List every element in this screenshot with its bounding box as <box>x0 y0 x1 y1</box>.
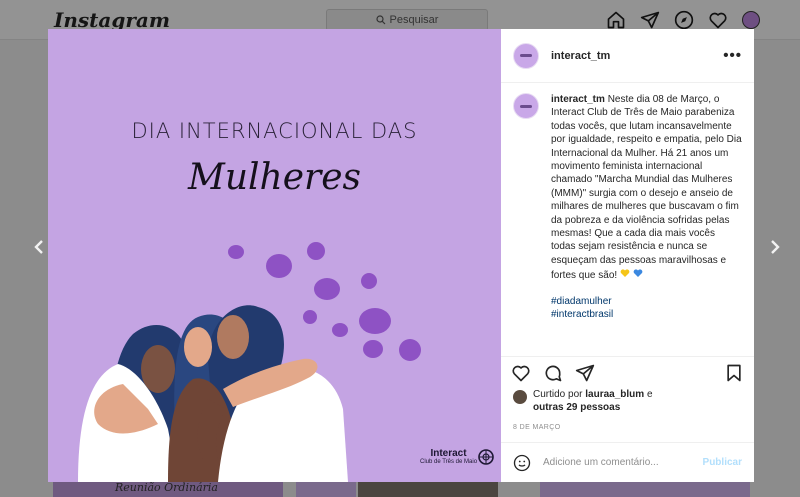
author-avatar[interactable] <box>513 42 539 69</box>
women-illustration <box>78 242 421 482</box>
home-icon[interactable] <box>606 10 626 30</box>
rotary-wheel-icon <box>478 449 494 465</box>
add-comment-bar: Adicione um comentário... Publicar <box>501 442 754 482</box>
background-post-thumbnail[interactable] <box>296 482 356 497</box>
explore-icon[interactable] <box>674 10 694 30</box>
bookmark-icon[interactable] <box>724 363 744 383</box>
blue-heart-icon <box>633 269 643 278</box>
next-post-button[interactable] <box>762 234 788 260</box>
post-header: interact_tm ••• <box>501 29 754 83</box>
post-actions <box>501 356 754 388</box>
background-post-thumbnail[interactable] <box>358 482 498 497</box>
like-heart-icon[interactable] <box>511 363 531 383</box>
post-caption: interact_tm Neste dia 08 de Março, o Int… <box>551 93 742 356</box>
publish-comment-button[interactable]: Publicar <box>703 457 742 468</box>
caption-area: interact_tm Neste dia 08 de Março, o Int… <box>501 83 754 356</box>
post-sidebar: interact_tm ••• interact_tm Neste dia 08… <box>501 29 754 482</box>
hashtag-link[interactable]: #diadamulher <box>551 295 742 308</box>
top-icons <box>606 10 760 30</box>
caption-username[interactable]: interact_tm <box>551 94 605 105</box>
chevron-right-icon <box>771 240 780 254</box>
chevron-left-icon <box>34 240 43 254</box>
post-date[interactable]: 8 DE MARÇO <box>501 418 754 442</box>
search-input[interactable]: Pesquisar <box>326 9 488 31</box>
caption-body: Neste dia 08 de Março, o Interact Club d… <box>551 94 742 282</box>
hashtag-link[interactable]: #interactbrasil <box>551 308 742 321</box>
share-icon[interactable] <box>575 363 595 383</box>
liker-avatar[interactable] <box>513 390 527 404</box>
author-username[interactable]: interact_tm <box>551 50 610 62</box>
yellow-heart-icon <box>620 269 630 278</box>
likes-others-link[interactable]: outras 29 pessoas <box>533 402 620 413</box>
more-options-icon[interactable]: ••• <box>723 47 742 64</box>
caption-author-avatar[interactable] <box>513 93 539 119</box>
post-modal: DIA INTERNACIONAL DAS Mulheres Interact … <box>48 29 754 482</box>
search-icon <box>375 15 385 25</box>
post-image[interactable]: DIA INTERNACIONAL DAS Mulheres Interact … <box>48 29 501 482</box>
search-placeholder: Pesquisar <box>389 14 439 26</box>
background-post-thumbnail[interactable] <box>540 482 750 497</box>
interact-club-logo: Interact Club de Três de Maio <box>420 448 478 465</box>
comment-icon[interactable] <box>543 363 563 383</box>
likes-text: Curtido por lauraa_blum e outras 29 pess… <box>533 389 653 413</box>
heart-emojis <box>620 268 643 282</box>
emoji-icon[interactable] <box>513 454 531 472</box>
background-post-caption: Reunião Ordinária <box>115 481 218 494</box>
liker-username[interactable]: lauraa_blum <box>585 389 644 400</box>
likes-summary: Curtido por lauraa_blum e outras 29 pess… <box>501 388 754 418</box>
profile-avatar[interactable] <box>742 11 760 29</box>
hashtag-list: #diadamulher #interactbrasil <box>551 295 742 322</box>
direct-message-icon[interactable] <box>640 10 660 30</box>
activity-heart-icon[interactable] <box>708 10 728 30</box>
comment-input[interactable]: Adicione um comentário... <box>543 457 659 468</box>
